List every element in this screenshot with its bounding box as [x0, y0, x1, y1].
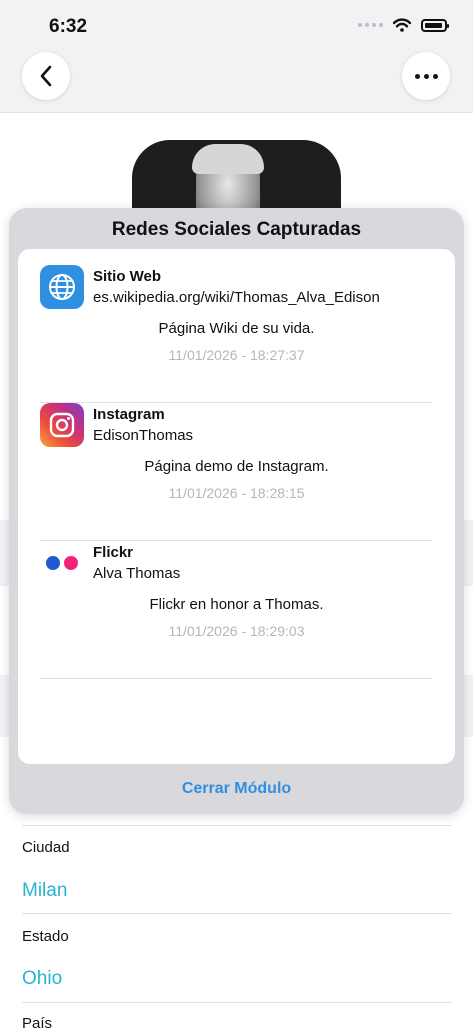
- city-value[interactable]: Milan: [22, 880, 67, 902]
- state-label: Estado: [22, 928, 69, 945]
- network-timestamp: 11/01/2026 - 18:29:03: [168, 623, 305, 639]
- chevron-left-icon: [40, 65, 52, 87]
- city-label: Ciudad: [22, 839, 70, 856]
- network-name: Flickr: [93, 544, 134, 561]
- divider: [22, 913, 452, 914]
- list-item[interactable]: Flickr Alva Thomas Flickr en honor a Tho…: [40, 541, 433, 679]
- divider: [22, 825, 452, 826]
- globe-icon: [40, 265, 84, 309]
- network-timestamp: 11/01/2026 - 18:28:15: [168, 485, 305, 501]
- status-icons: [358, 18, 449, 32]
- wifi-icon: [393, 18, 411, 32]
- signal-icon: [358, 23, 383, 27]
- list-item[interactable]: Instagram EdisonThomas Página demo de In…: [40, 403, 433, 541]
- network-name: Sitio Web: [93, 268, 162, 285]
- network-handle: EdisonThomas: [93, 427, 194, 444]
- network-description: Página Wiki de su vida.: [158, 320, 315, 337]
- battery-icon: [421, 18, 449, 32]
- social-list: Sitio Web es.wikipedia.org/wiki/Thomas_A…: [18, 249, 455, 764]
- back-button[interactable]: [22, 52, 70, 100]
- network-description: Flickr en honor a Thomas.: [149, 596, 324, 613]
- social-networks-sheet: Redes Sociales Capturadas Sitio Web es.w…: [9, 208, 464, 814]
- sheet-title: Redes Sociales Capturadas: [111, 219, 362, 240]
- divider: [40, 678, 433, 679]
- network-handle: Alva Thomas: [93, 565, 181, 582]
- flickr-icon: [40, 541, 84, 585]
- network-handle: es.wikipedia.org/wiki/Thomas_Alva_Edison: [93, 289, 380, 306]
- network-description: Página demo de Instagram.: [144, 458, 329, 475]
- more-options-button[interactable]: [402, 52, 450, 100]
- close-module-button[interactable]: Cerrar Módulo: [9, 780, 464, 798]
- ellipsis-icon: [414, 73, 438, 79]
- divider: [22, 1002, 452, 1003]
- status-time: 6:32: [49, 16, 88, 37]
- state-value[interactable]: Ohio: [22, 968, 62, 990]
- network-timestamp: 11/01/2026 - 18:27:37: [168, 347, 305, 363]
- list-item[interactable]: Sitio Web es.wikipedia.org/wiki/Thomas_A…: [40, 265, 433, 403]
- network-name: Instagram: [93, 406, 165, 423]
- instagram-icon: [40, 403, 84, 447]
